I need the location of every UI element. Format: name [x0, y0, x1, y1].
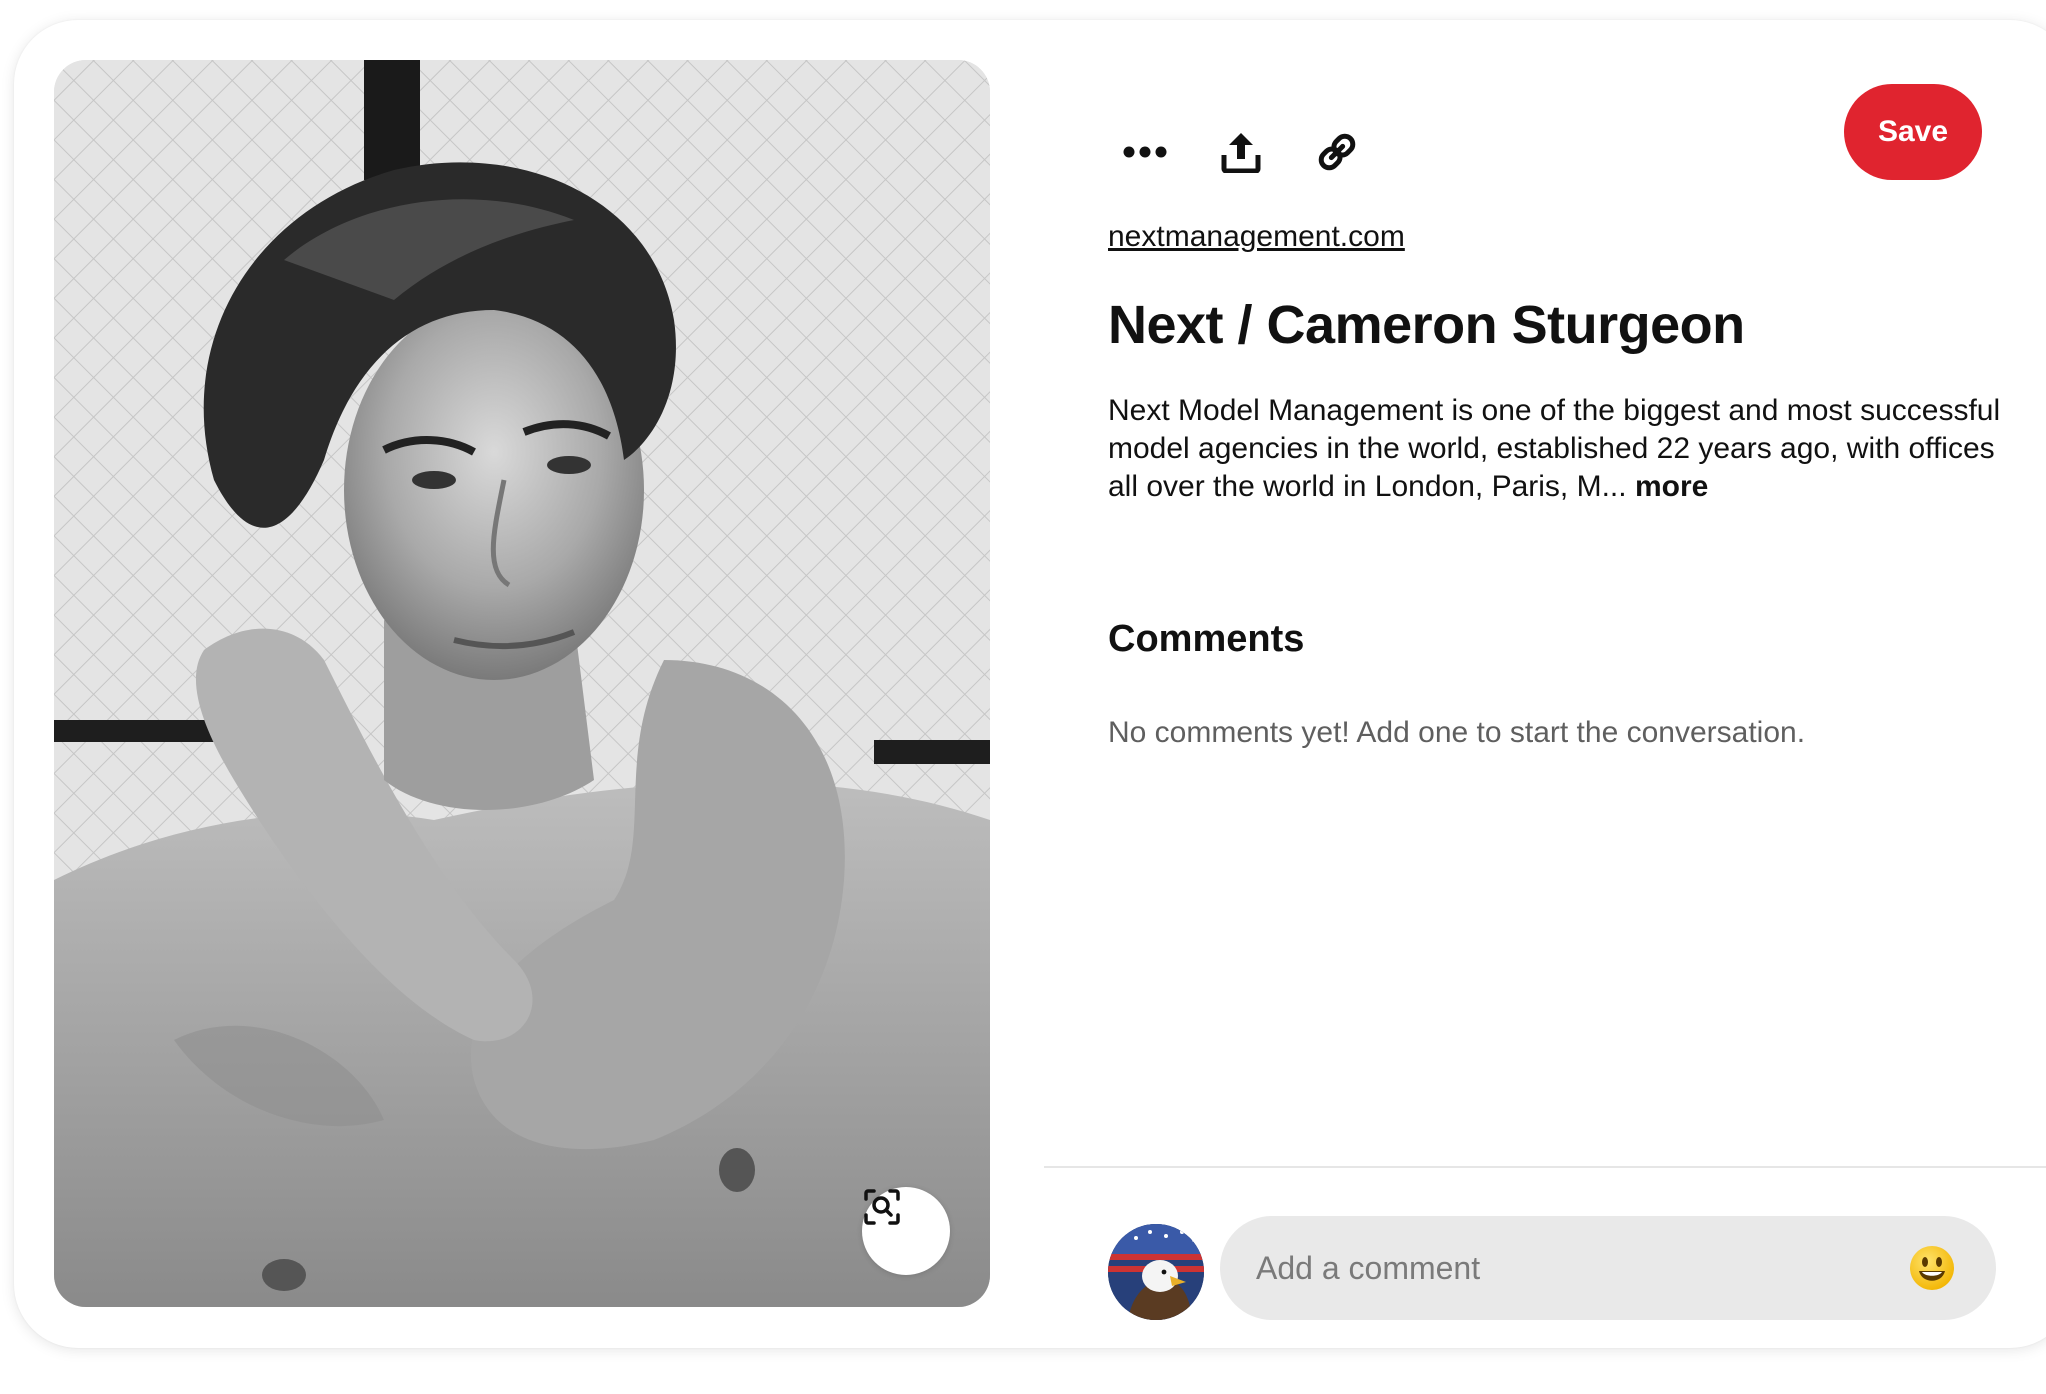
visual-search-icon [864, 1189, 900, 1225]
no-comments-message: No comments yet! Add one to start the co… [1108, 716, 1806, 749]
emoji-button[interactable] [1904, 1240, 1960, 1296]
more-options-icon [1123, 146, 1167, 158]
smiley-emoji-icon [1910, 1246, 1954, 1290]
visual-search-button[interactable] [862, 1187, 950, 1275]
pin-image[interactable] [54, 60, 990, 1307]
pin-title: Next / Cameron Sturgeon [1108, 295, 1745, 355]
source-link[interactable]: nextmanagement.com [1108, 220, 1405, 254]
copy-link-icon [1318, 133, 1356, 171]
comment-box [1220, 1216, 1996, 1320]
user-avatar[interactable] [1108, 1224, 1204, 1320]
save-button[interactable]: Save [1844, 84, 1982, 180]
comment-divider [1044, 1166, 2046, 1168]
share-button[interactable] [1204, 115, 1278, 189]
pin-action-toolbar [1108, 104, 1374, 200]
more-options-button[interactable] [1108, 115, 1182, 189]
comments-heading: Comments [1108, 618, 1305, 660]
share-icon [1221, 133, 1261, 173]
more-link[interactable]: more [1635, 470, 1708, 503]
pin-closeup-card: Save nextmanagement.com Next / Cameron S… [14, 20, 2046, 1348]
copy-link-button[interactable] [1300, 115, 1374, 189]
description-text: Next Model Management is one of the bigg… [1108, 394, 2001, 503]
pin-description: Next Model Management is one of the bigg… [1108, 392, 2008, 506]
avatar-eagle-image [1108, 1224, 1204, 1320]
pin-photo-illustration [54, 60, 990, 1307]
comment-input[interactable] [1254, 1248, 1904, 1288]
